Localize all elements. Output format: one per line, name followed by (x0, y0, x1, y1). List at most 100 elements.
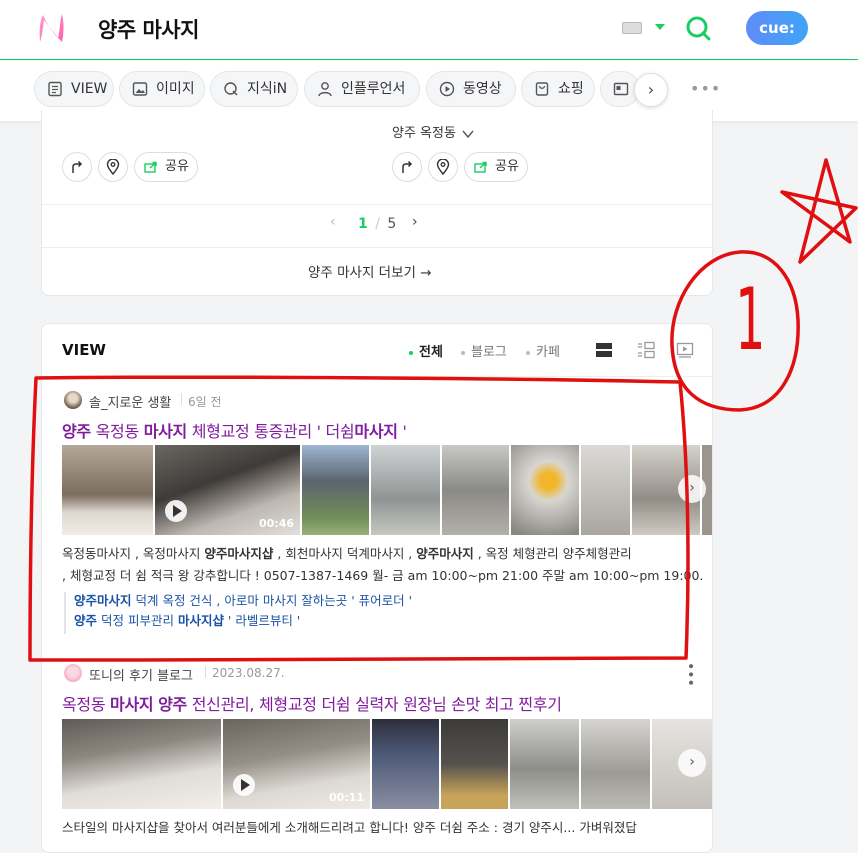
related-link[interactable]: 양주 덕정 피부관리 마사지샵 ' 라벨르뷰티 ' (74, 611, 300, 631)
divider (42, 204, 712, 205)
post-date: 2023.08.27. (212, 666, 285, 680)
thumbnail-image[interactable] (510, 719, 579, 809)
related-text: ' 라벨르뷰티 ' (223, 613, 301, 628)
thumbnail-image[interactable] (441, 719, 508, 809)
more-link[interactable]: 양주 마사지 더보기 → (308, 261, 432, 281)
title-text: 체형교정 통증관리 ' 더쉼 (186, 422, 355, 441)
tab-shopping[interactable]: 쇼핑 (521, 71, 595, 107)
thumbnail-image[interactable] (62, 445, 153, 535)
thumbnails-next-button[interactable]: › (678, 475, 706, 503)
naver-logo-icon[interactable] (36, 12, 66, 44)
tabs-next-button[interactable]: › (634, 73, 668, 107)
tab-image[interactable]: 이미지 (119, 71, 205, 107)
related-link[interactable]: 양주마사지 덕계 옥정 건식 , 아로마 마사지 잘하는곳 ' 퓨어로더 ' (74, 591, 412, 611)
place-card: 양주 옥정동 공유 공유 ‹ 1 / 5 › 양주 마사지 더보기 → (41, 110, 713, 296)
desc-text: , 옥정 체형관리 양주체형관리 (473, 546, 632, 561)
title-highlight: 양주 (158, 695, 187, 714)
play-icon (165, 500, 187, 522)
avatar[interactable] (64, 391, 82, 409)
list-view-icon[interactable] (595, 341, 613, 359)
image-icon (132, 82, 148, 96)
tab-label: 쇼핑 (558, 81, 584, 97)
separator (181, 393, 182, 405)
thumbnail-image[interactable] (372, 719, 439, 809)
newspaper-icon (613, 82, 629, 96)
tab-kin[interactable]: 지식iN (210, 71, 298, 107)
related-text: 덕계 옥정 건식 , 아로마 마사지 잘하는곳 ' 퓨어로더 ' (131, 593, 413, 608)
dot-icon (526, 350, 530, 355)
filter-label: 카페 (536, 345, 560, 360)
view-post: 또니의 후기 블로그 2023.08.27. ••• 옥정동 마사지 양주 전신… (42, 657, 712, 852)
tab-label: 이미지 (156, 81, 195, 97)
related-highlight: 마사지샵 (177, 613, 224, 628)
cue-button[interactable]: cue: (746, 11, 808, 45)
divider (42, 247, 712, 248)
directions-icon (72, 160, 83, 173)
play-icon (233, 774, 255, 796)
thumbnail-image[interactable] (371, 445, 440, 535)
author-name[interactable]: 또니의 후기 블로그 (89, 665, 193, 684)
share-icon (144, 161, 157, 173)
avatar[interactable] (64, 664, 82, 682)
location-label: 양주 옥정동 (392, 126, 456, 141)
map-pin-icon (436, 158, 450, 176)
pager-prev-button[interactable]: ‹ (330, 214, 336, 230)
search-header: 양주 마사지 cue: (0, 0, 858, 60)
map-pin-button-2[interactable] (428, 152, 458, 182)
thumbnail-image[interactable] (302, 445, 369, 535)
section-title: VIEW (62, 341, 106, 359)
play-icon (439, 81, 455, 97)
filter-cafe[interactable]: 카페 (526, 341, 560, 360)
thumbnails-next-button[interactable]: › (678, 749, 706, 777)
place-location[interactable]: 양주 옥정동 (392, 122, 474, 141)
share-button-2[interactable]: 공유 (464, 152, 528, 182)
search-icon[interactable] (685, 15, 711, 41)
search-query[interactable]: 양주 마사지 (98, 14, 199, 44)
thumbnail-image[interactable] (581, 719, 650, 809)
share-label: 공유 (165, 159, 189, 174)
video-duration: 00:11 (328, 791, 364, 804)
thumbnail-image[interactable] (511, 445, 579, 535)
pager-next-button[interactable]: › (412, 214, 418, 230)
person-icon (318, 82, 332, 97)
thumbnail-video[interactable]: 00:11 (223, 719, 370, 809)
desc-text: 옥정동마사지 , 옥정마사지 (62, 546, 205, 561)
bag-icon (535, 82, 549, 96)
dot-icon (409, 350, 413, 355)
post-title[interactable]: 옥정동 마사지 양주 전신관리, 체형교정 더쉼 실력자 원장님 손맛 최고 찐… (62, 691, 562, 715)
filter-blog[interactable]: 블로그 (461, 341, 507, 360)
post-title[interactable]: 양주 옥정동 마사지 체형교정 통증관리 ' 더쉼마사지 ' (62, 418, 407, 442)
video-view-icon[interactable] (676, 341, 694, 359)
page-total: 5 (387, 216, 397, 232)
tab-view[interactable]: VIEW (34, 71, 114, 107)
chevron-down-icon[interactable] (655, 24, 665, 30)
tab-influencer[interactable]: 인플루언서 (304, 71, 420, 107)
thumbnail-strip: 00:46 › (62, 445, 712, 535)
tab-label: VIEW (71, 81, 108, 97)
related-bar (64, 592, 66, 634)
filter-label: 블로그 (471, 345, 507, 360)
video-duration: 00:46 (258, 517, 294, 530)
desc-highlight: 양주마사지샵 (204, 546, 274, 561)
tab-video[interactable]: 동영상 (426, 71, 516, 107)
author-name[interactable]: 솔_지로운 생활 (89, 392, 171, 411)
thumbnail-view-icon[interactable] (636, 341, 656, 359)
q-icon (224, 82, 238, 96)
view-section: VIEW 전체 블로그 카페 솔_지로운 생활 6일 전 양주 옥정동 마사지 … (41, 323, 713, 853)
directions-button-2[interactable] (392, 152, 422, 182)
thumbnail-video[interactable]: 00:46 (155, 445, 300, 535)
keyboard-icon[interactable] (622, 22, 642, 34)
title-highlight: 마사지 (143, 422, 188, 441)
thumbnail-image[interactable] (581, 445, 630, 535)
directions-button[interactable] (62, 152, 92, 182)
filter-all[interactable]: 전체 (409, 341, 443, 360)
share-button[interactable]: 공유 (134, 152, 198, 182)
more-options-icon[interactable]: ••• (682, 662, 698, 687)
tab-label: 동영상 (463, 81, 502, 97)
desc-text: , 회천마사지 덕계마사지 , (273, 546, 417, 561)
thumbnail-image[interactable] (62, 719, 221, 809)
thumbnail-image[interactable] (442, 445, 509, 535)
title-highlight: 마사지 (110, 695, 154, 714)
map-pin-button[interactable] (98, 152, 128, 182)
more-dots-icon[interactable]: ••• (690, 79, 721, 98)
